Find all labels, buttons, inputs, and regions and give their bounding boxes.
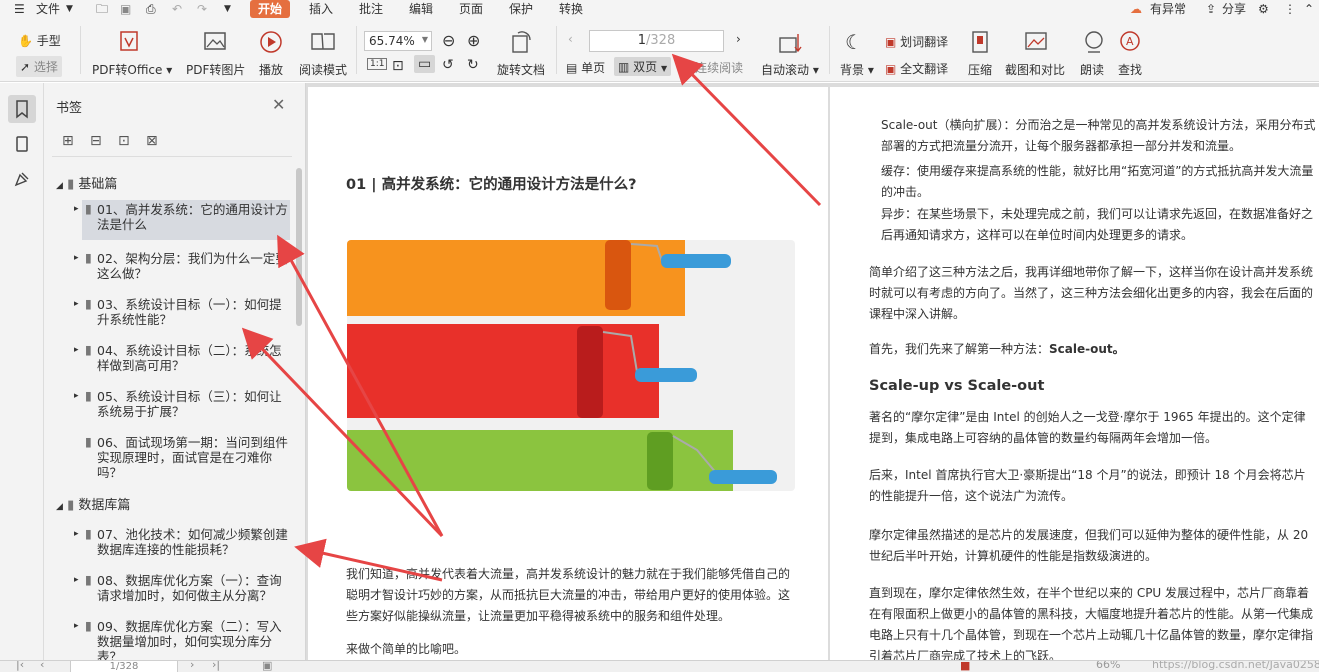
arrow-to-bookmark-01 <box>277 234 444 537</box>
last-page-icon[interactable]: ›| <box>212 661 220 671</box>
zoom-level[interactable]: 66% <box>1096 661 1120 671</box>
arrow-to-page-counter <box>671 53 822 207</box>
next-page-icon[interactable]: › <box>190 661 194 671</box>
status-page-input[interactable]: 1/328 <box>70 661 178 672</box>
view-icon[interactable]: ▣ <box>262 661 272 672</box>
pdf-icon[interactable]: ■ <box>960 661 970 672</box>
first-page-icon[interactable]: |‹ <box>16 661 24 671</box>
csdn-watermark: https://blog.csdn.net/Java0258 <box>1152 660 1319 671</box>
status-bar: |‹ ‹ 1/328 › ›| ▣ ■ 66% https://blog.csd… <box>0 660 1319 672</box>
arrow-to-bookmark-03 <box>241 327 444 538</box>
prev-page-icon[interactable]: ‹ <box>40 661 44 671</box>
arrow-to-bookmark-07 <box>294 538 443 582</box>
annotation-arrows <box>241 53 822 582</box>
